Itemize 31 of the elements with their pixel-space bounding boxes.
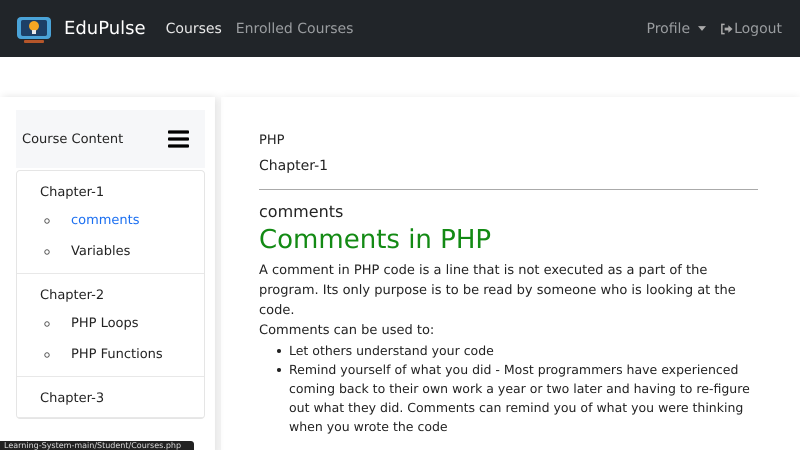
profile-dropdown[interactable]: Profile (646, 20, 706, 36)
chapter-title[interactable]: Chapter-3 (40, 387, 204, 411)
paragraph: A comment in PHP code is a line that is not executed as a part of the program. Its only purpose is to be read by someone who is looking at the code. (259, 262, 737, 320)
caret-icon (698, 26, 706, 31)
status-url-tooltip: Learning-System-main/Student/Courses.php (0, 441, 194, 450)
paragraph: Comments can be used to: (259, 322, 436, 340)
bullet-icon (277, 349, 281, 353)
bullet-text: Let others understand your code (289, 342, 494, 360)
topic-title: comments (259, 202, 344, 221)
bullet-text: Remind yourself of what you did - Most programmers have experienced coming back to their own work a year or two later and having to re-figure out what they did. Comments can remind you of what you were thinking when you wrote the code (289, 361, 751, 436)
bullet-icon (44, 218, 50, 224)
lesson-link[interactable]: Variables (71, 244, 130, 259)
bullet-icon (44, 320, 50, 326)
logout-link[interactable]: Logout (720, 20, 782, 36)
lesson-heading: Comments in PHP (259, 225, 492, 255)
lesson-link[interactable]: comments (71, 213, 140, 228)
menu-icon[interactable] (168, 130, 189, 148)
chapter-title[interactable]: Chapter-1 (40, 181, 204, 205)
chapter-title[interactable]: Chapter-2 (40, 284, 204, 308)
lesson-link[interactable]: PHP Loops (71, 316, 139, 331)
brand-name[interactable]: EduPulse (64, 18, 146, 39)
logout-icon (720, 22, 734, 34)
sidebar-title: Course Content (22, 132, 124, 146)
bullet-icon (44, 352, 50, 358)
nav-link[interactable]: Enrolled Courses (236, 20, 354, 36)
bullet-icon (277, 368, 281, 372)
chapter-name: Chapter-1 (259, 157, 330, 176)
course-name: PHP (259, 132, 286, 150)
lesson-link[interactable]: PHP Functions (71, 347, 163, 362)
nav-link[interactable]: Courses (166, 20, 222, 36)
bullet-icon (44, 248, 50, 254)
